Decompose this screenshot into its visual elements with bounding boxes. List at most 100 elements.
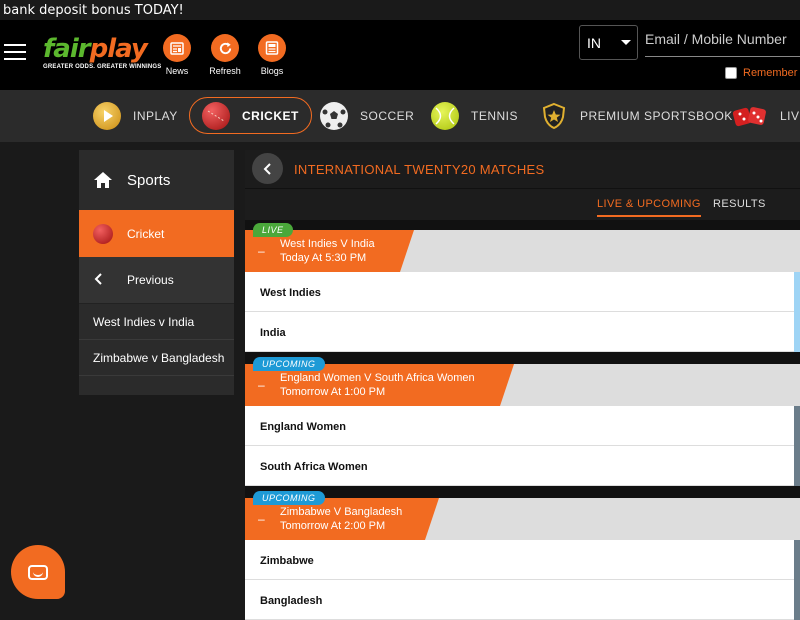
event-time: Tomorrow At 1:00 PM	[280, 386, 386, 398]
team-row[interactable]: England Women	[245, 406, 800, 446]
nav-soccer-label: SOCCER	[360, 109, 415, 123]
logo-play: play	[89, 34, 148, 64]
logo-fair: fair	[43, 34, 91, 64]
shield-star-icon	[540, 102, 568, 130]
collapse-icon[interactable]: –	[258, 244, 265, 258]
cricket-ball-icon	[93, 223, 113, 244]
sidebar-item-cricket[interactable]: Cricket	[79, 210, 234, 257]
event-card: – West Indies V India Today At 5:30 PM L…	[245, 223, 800, 352]
nav-tennis[interactable]: TENNIS	[431, 90, 518, 142]
remember-label: Remember	[743, 67, 798, 79]
language-value: IN	[587, 35, 601, 51]
back-button[interactable]	[252, 153, 283, 184]
nav-soccer[interactable]: SOCCER	[320, 90, 414, 142]
team-row[interactable]: India	[245, 312, 800, 352]
event-name: England Women V South Africa Women	[280, 372, 475, 384]
chevron-left-icon	[263, 162, 271, 175]
sidebar-sports-label: Sports	[127, 171, 171, 189]
news-button[interactable]: News	[155, 34, 199, 76]
team-row[interactable]: Bangladesh	[245, 580, 800, 620]
event-name: Zimbabwe V Bangladesh	[280, 506, 403, 518]
home-icon	[93, 171, 113, 189]
nav-premium-sportsbook-label: PREMIUM SPORTSBOOK	[580, 109, 733, 123]
language-select[interactable]: IN	[579, 25, 638, 60]
event-time: Today At 5:30 PM	[280, 252, 367, 264]
team-row[interactable]: West Indies	[245, 272, 800, 312]
team-name: India	[260, 327, 286, 339]
event-header[interactable]: – Zimbabwe V Bangladesh Tomorrow At 2:00…	[245, 491, 800, 540]
odds-edge[interactable]	[794, 272, 800, 312]
logo[interactable]: fairplay GREATER ODDS. GREATER WINNINGS	[43, 34, 161, 70]
nav-inplay[interactable]: INPLAY	[93, 90, 178, 142]
blogs-button[interactable]: Blogs	[250, 34, 294, 76]
top-header: fairplay GREATER ODDS. GREATER WINNINGS …	[0, 20, 800, 90]
sidebar-cricket-label: Cricket	[127, 226, 165, 241]
odds-edge[interactable]	[794, 312, 800, 352]
nav-cricket[interactable]: CRICKET	[189, 97, 312, 134]
page-title: INTERNATIONAL TWENTY20 MATCHES	[294, 162, 545, 177]
sidebar-item-match[interactable]: West Indies v India	[79, 304, 234, 340]
nav-premium-sportsbook[interactable]: PREMIUM SPORTSBOOK	[540, 90, 733, 142]
soccer-ball-icon	[320, 102, 348, 130]
tab-results[interactable]: RESULTS	[713, 198, 766, 210]
live-badge: LIVE	[253, 223, 293, 237]
blogs-label: Blogs	[260, 66, 284, 76]
event-header[interactable]: – West Indies V India Today At 5:30 PM L…	[245, 223, 800, 272]
sports-nav-bar: INPLAY CRICKET SOCCER TENNIS PREMIUM SPO…	[0, 90, 800, 142]
chevron-left-icon	[93, 272, 113, 288]
refresh-icon	[211, 34, 239, 62]
odds-edge[interactable]	[794, 580, 800, 620]
event-time: Tomorrow At 2:00 PM	[280, 520, 386, 532]
team-name: West Indies	[260, 287, 321, 299]
refresh-button[interactable]: Refresh	[203, 34, 247, 76]
collapse-icon[interactable]: –	[258, 512, 265, 526]
nav-inplay-label: INPLAY	[133, 109, 178, 123]
odds-edge[interactable]	[794, 540, 800, 580]
news-label: News	[165, 66, 189, 76]
sidebar-item-sports[interactable]: Sports	[79, 150, 234, 210]
tab-live-upcoming[interactable]: LIVE & UPCOMING	[597, 198, 701, 217]
tennis-ball-icon	[431, 102, 459, 130]
sidebar-item-match[interactable]: Zimbabwe v Bangladesh	[79, 340, 234, 376]
logo-tagline: GREATER ODDS. GREATER WINNINGS	[43, 64, 162, 70]
odds-edge[interactable]	[794, 406, 800, 446]
event-header[interactable]: – England Women V South Africa Women Tom…	[245, 357, 800, 406]
cricket-ball-icon	[202, 101, 230, 130]
refresh-label: Refresh	[209, 66, 241, 76]
sidebar: Sports Cricket Previous West Indies v In…	[79, 150, 234, 395]
remember-me[interactable]: Remember	[725, 67, 797, 79]
sidebar-previous-label: Previous	[127, 273, 174, 287]
nav-tennis-label: TENNIS	[471, 109, 519, 123]
team-name: England Women	[260, 421, 346, 433]
team-row[interactable]: South Africa Women	[245, 446, 800, 486]
sidebar-item-previous[interactable]: Previous	[79, 257, 234, 304]
chat-icon	[28, 564, 48, 580]
chevron-down-icon	[621, 40, 631, 45]
nav-live[interactable]: LIVE	[732, 90, 800, 142]
collapse-icon[interactable]: –	[258, 378, 265, 392]
nav-live-label: LIVE	[780, 109, 800, 123]
tabs-row: LIVE & UPCOMING RESULTS	[245, 188, 800, 220]
upcoming-badge: UPCOMING	[253, 491, 325, 505]
chat-button[interactable]	[11, 545, 65, 599]
event-card: – England Women V South Africa Women Tom…	[245, 357, 800, 486]
main-content: INTERNATIONAL TWENTY20 MATCHES LIVE & UP…	[245, 150, 800, 620]
news-icon	[163, 34, 191, 62]
team-name: Bangladesh	[260, 595, 323, 607]
team-name: South Africa Women	[260, 461, 368, 473]
remember-checkbox[interactable]	[725, 67, 737, 79]
promo-banner: bank deposit bonus TODAY!	[3, 3, 184, 18]
nav-cricket-label: CRICKET	[242, 108, 299, 123]
team-row[interactable]: Zimbabwe	[245, 540, 800, 580]
team-name: Zimbabwe	[260, 555, 314, 567]
odds-edge[interactable]	[794, 446, 800, 486]
hamburger-menu-icon[interactable]	[4, 44, 26, 62]
dice-icon	[732, 102, 768, 130]
email-mobile-input[interactable]: Email / Mobile Number	[645, 25, 800, 57]
event-card: – Zimbabwe V Bangladesh Tomorrow At 2:00…	[245, 491, 800, 620]
upcoming-badge: UPCOMING	[253, 357, 325, 371]
title-row: INTERNATIONAL TWENTY20 MATCHES	[245, 150, 800, 188]
event-name: West Indies V India	[280, 238, 375, 250]
blogs-icon	[258, 34, 286, 62]
play-icon	[93, 102, 121, 130]
